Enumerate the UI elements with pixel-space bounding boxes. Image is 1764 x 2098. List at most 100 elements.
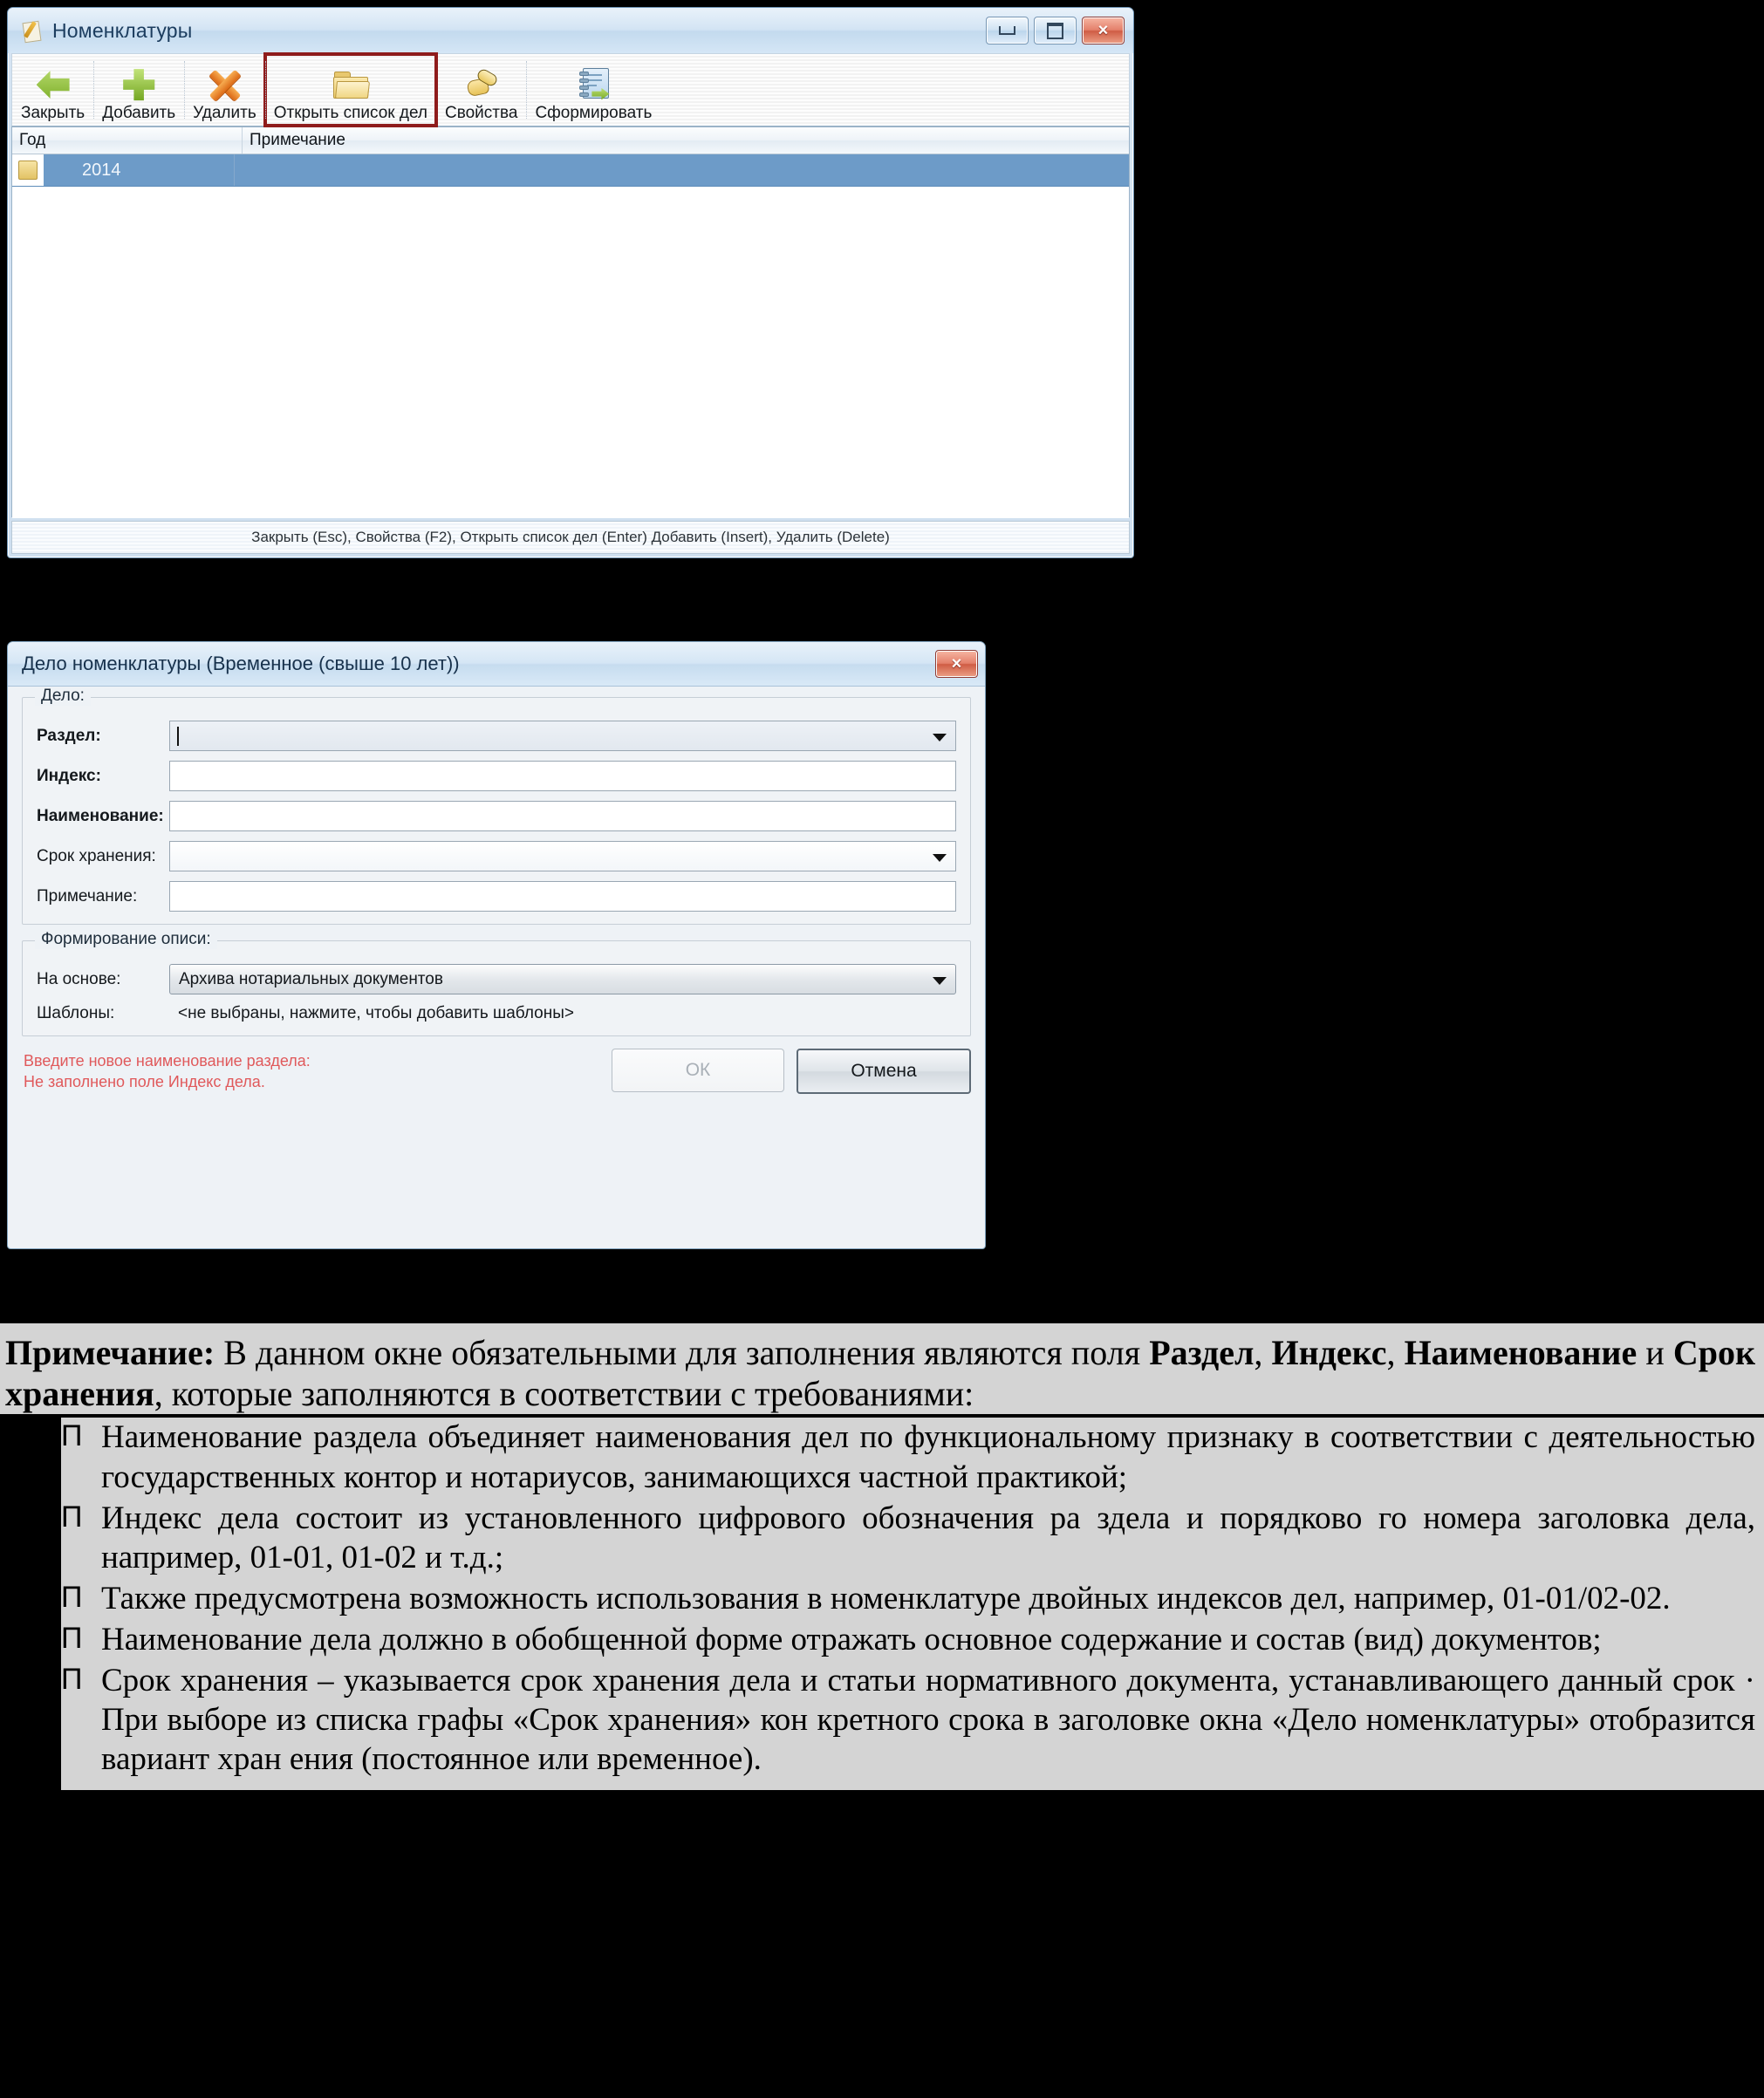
group-opis: Формирование описи: На основе: Архива но… (22, 930, 971, 1036)
note-paragraph: Примечание: В данном окне обязательными … (0, 1323, 1764, 1415)
dialog-buttons: ОК Отмена (612, 1049, 971, 1094)
toolbar-label-delete: Удалить (193, 104, 256, 123)
naimenovanie-input[interactable] (169, 801, 956, 831)
cell-note (235, 154, 1129, 186)
nomenclature-grid: Год Примечание 2014 (11, 126, 1130, 518)
minimize-button[interactable] (986, 17, 1029, 44)
toolbar-label-close: Закрыть (21, 104, 85, 123)
bullet-icon: П (61, 1663, 83, 1697)
indeks-input[interactable] (169, 761, 956, 791)
status-bar: Закрыть (Esc), Свойства (F2), Открыть сп… (11, 521, 1130, 554)
toolbar-button-close[interactable]: Закрыть (12, 54, 93, 126)
chevron-down-icon[interactable] (933, 733, 947, 741)
shablony-value[interactable]: <не выбраны, нажмите, чтобы добавить шаб… (169, 1004, 574, 1022)
bullet-icon: П (61, 1580, 83, 1614)
list-item: П Также предусмотрена возможность исполь… (61, 1579, 1755, 1618)
ok-button[interactable]: ОК (612, 1049, 784, 1092)
bullet-icon: П (61, 1500, 83, 1534)
cell-year: 2014 (44, 154, 235, 186)
label-srok-hraneniya: Срок хранения: (37, 846, 156, 865)
green-back-arrow-icon (36, 66, 70, 103)
close-icon: × (951, 653, 962, 673)
main-toolbar: Закрыть Добавить Удалить Открыть список … (11, 52, 1130, 127)
chevron-down-icon[interactable] (933, 976, 947, 985)
validation-message-1: Введите новое наименование раздела: (24, 1051, 311, 1070)
list-item: П Наименование раздела объединяет наимен… (61, 1418, 1755, 1496)
list-item-text: Наименование раздела объединяет наименов… (101, 1419, 1755, 1495)
dialog-close-button[interactable]: × (935, 650, 978, 678)
group-opis-caption: Формирование описи: (35, 930, 217, 949)
grid-column-year[interactable]: Год (12, 127, 243, 154)
toolbar-button-add[interactable]: Добавить (93, 54, 184, 126)
dialog-titlebar[interactable]: Дело номенклатуры (Временное (свыше 10 л… (8, 642, 985, 687)
document-note-section: Примечание: В данном окне обязательными … (0, 1323, 1764, 2098)
pointing-hand-icon (466, 66, 499, 103)
maximize-icon (1047, 22, 1063, 39)
nomenklatury-window: Номенклатуры × Закрыть Добавить Удалить … (7, 7, 1134, 558)
grid-empty-area[interactable] (12, 187, 1129, 518)
toolbar-label-open-case-list: Открыть список дел (273, 104, 427, 123)
table-row[interactable]: 2014 (12, 154, 1129, 187)
minimize-icon (999, 26, 1015, 35)
label-primechanie: Примечание: (37, 886, 138, 905)
list-item-text: Срок хранения – указывается срок хранени… (101, 1663, 1755, 1778)
sep-2: , (1386, 1333, 1405, 1372)
cancel-button[interactable]: Отмена (797, 1049, 971, 1094)
razdel-combo[interactable] (169, 721, 956, 751)
na-osnove-value: Архива нотариальных документов (179, 969, 443, 988)
toolbar-button-open-case-list[interactable]: Открыть список дел (263, 52, 439, 127)
row-folder-icon (12, 154, 44, 186)
orange-cross-icon (209, 66, 242, 103)
list-item-text: Также предусмотрена возможность использо… (101, 1580, 1671, 1616)
dialog-footer: Введите новое наименование раздела: Не з… (8, 1049, 985, 1094)
srok-hraneniya-combo[interactable] (169, 841, 956, 871)
window-titlebar[interactable]: Номенклатуры × (8, 8, 1133, 53)
status-bar-text: Закрыть (Esc), Свойства (F2), Открыть сп… (251, 529, 890, 545)
maximize-button[interactable] (1034, 17, 1077, 44)
list-item: П Наименование дела должно в обобщенной … (61, 1620, 1755, 1659)
sep-1: , (1254, 1333, 1272, 1372)
window-title: Номенклатуры (52, 18, 193, 42)
bullet-icon: П (61, 1419, 83, 1453)
bullet-icon: П (61, 1622, 83, 1655)
green-plus-icon (123, 66, 155, 103)
close-button[interactable]: × (1082, 17, 1125, 44)
field-ref-naimenovanie: Наименование (1404, 1333, 1638, 1372)
list-item: П Индекс дела состоит из установленного … (61, 1499, 1755, 1577)
note-label: Примечание: (5, 1333, 215, 1372)
notepad-pencil-icon (20, 19, 44, 43)
field-ref-indeks: Индекс (1271, 1333, 1387, 1372)
na-osnove-combo[interactable]: Архива нотариальных документов (169, 964, 956, 994)
toolbar-button-generate[interactable]: Сформировать (526, 54, 660, 126)
note-outro: , которые заполняются в соответствии с т… (154, 1374, 974, 1414)
folder-icon (332, 66, 370, 103)
note-intro: В данном окне обязательными для заполнен… (215, 1333, 1150, 1372)
validation-messages: Введите новое наименование раздела: Не з… (24, 1050, 311, 1093)
field-row-razdel: Раздел: (37, 721, 956, 751)
grid-header: Год Примечание (12, 127, 1129, 154)
grid-column-note[interactable]: Примечание (243, 127, 1129, 154)
label-shablony: Шаблоны: (37, 1004, 115, 1022)
field-row-indeks: Индекс: (37, 761, 956, 791)
note-paragraph-text: Примечание: В данном окне обязательными … (5, 1332, 1755, 1414)
field-ref-razdel: Раздел (1149, 1333, 1255, 1372)
text-caret (177, 727, 179, 746)
field-row-naimenovanie: Наименование: (37, 801, 956, 831)
case-dialog: Дело номенклатуры (Временное (свыше 10 л… (7, 641, 986, 1249)
primechanie-input[interactable] (169, 881, 956, 912)
group-case-caption: Дело: (35, 687, 91, 706)
close-icon: × (1097, 21, 1109, 40)
list-item: П Срок хранения – указывается срок хране… (61, 1661, 1755, 1779)
validation-message-2: Не заполнено поле Индекс дела. (24, 1073, 265, 1090)
requirements-list-wrap: П Наименование раздела объединяет наимен… (0, 1418, 1764, 1790)
label-razdel: Раздел: (37, 726, 101, 745)
group-case: Дело: Раздел: Индекс: Наименование: Срок… (22, 687, 971, 925)
field-row-na-osnove: На основе: Архива нотариальных документо… (37, 964, 956, 994)
toolbar-button-properties[interactable]: Свойства (436, 54, 526, 126)
field-row-srok-hraneniya: Срок хранения: (37, 841, 956, 871)
field-row-shablony: Шаблоны: <не выбраны, нажмите, чтобы доб… (37, 1004, 956, 1023)
dialog-title: Дело номенклатуры (Временное (свыше 10 л… (22, 653, 460, 674)
chevron-down-icon[interactable] (933, 853, 947, 862)
toolbar-button-delete[interactable]: Удалить (184, 54, 265, 126)
requirements-list: П Наименование раздела объединяет наимен… (61, 1418, 1764, 1790)
